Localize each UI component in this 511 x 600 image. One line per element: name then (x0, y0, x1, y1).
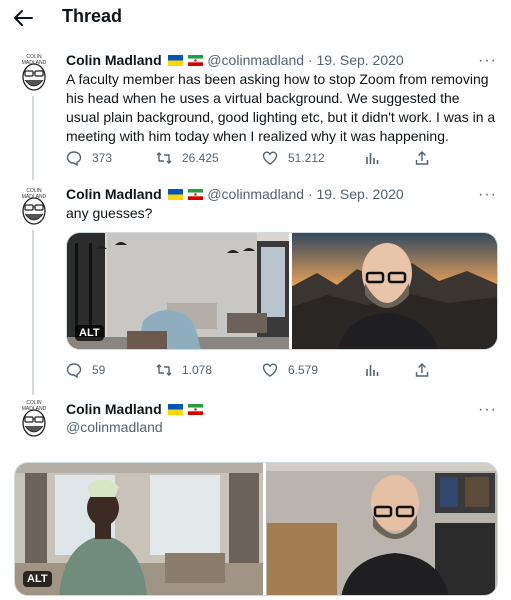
reply-icon (66, 151, 82, 166)
like-icon (262, 363, 278, 377)
ukraine-flag-icon (167, 55, 183, 66)
iran-flag-icon (188, 404, 204, 415)
reply-count: 59 (92, 363, 106, 377)
share-icon (415, 151, 429, 165)
avatar[interactable] (16, 52, 52, 92)
retweet-icon (156, 364, 172, 376)
reply-button[interactable]: 373 (66, 148, 112, 168)
ukraine-flag-icon (167, 189, 183, 200)
alt-badge[interactable]: ALT (75, 325, 104, 341)
reply-icon (66, 363, 82, 378)
author-handle[interactable]: @colinmadland (207, 186, 304, 202)
zoom-screenshot-image (67, 233, 497, 349)
tweet-handle-line: @colinmadland (66, 419, 163, 435)
arrow-left-icon[interactable] (12, 8, 34, 28)
avatar[interactable] (16, 186, 52, 226)
thread-line (32, 96, 34, 180)
author-name[interactable]: Colin Madland (66, 186, 162, 202)
retweet-count: 1.078 (182, 363, 213, 377)
author-handle[interactable]: @colinmadland (207, 52, 304, 68)
thread-line (32, 230, 34, 395)
tweet-text: any guesses? (66, 205, 153, 221)
tweet-actions: 59 1.078 6.579 (66, 360, 496, 380)
like-button[interactable]: 6.579 (262, 360, 318, 380)
analytics-button[interactable] (364, 148, 380, 168)
ukraine-flag-icon (167, 404, 183, 415)
like-count: 6.579 (288, 363, 319, 377)
tweet-date[interactable]: 19. Sep. 2020 (317, 52, 404, 68)
tweet-header: Colin Madland (66, 401, 204, 417)
share-icon (415, 363, 429, 377)
analytics-icon (366, 365, 379, 376)
zoom-screenshot-image (15, 463, 497, 595)
more-icon[interactable]: ··· (478, 186, 497, 204)
like-button[interactable]: 51.212 (262, 148, 325, 168)
tweet-header: Colin Madland @colinmadland · 19. Sep. 2… (66, 52, 404, 68)
page-title: Thread (62, 6, 123, 26)
tweet-media[interactable]: ALT (66, 232, 498, 350)
avatar[interactable] (16, 398, 52, 438)
reply-count: 373 (92, 151, 113, 165)
tweet-text: A faculty member has been asking how to … (66, 71, 496, 144)
analytics-icon (366, 153, 379, 164)
more-icon[interactable]: ··· (478, 52, 497, 70)
share-button[interactable] (414, 148, 430, 168)
tweet-media[interactable]: ALT (14, 462, 498, 596)
alt-badge[interactable]: ALT (23, 571, 52, 587)
tweet-header: Colin Madland @colinmadland · 19. Sep. 2… (66, 186, 404, 202)
like-icon (262, 151, 278, 165)
reply-button[interactable]: 59 (66, 360, 105, 380)
more-icon[interactable]: ··· (478, 401, 497, 419)
retweet-count: 26.425 (182, 151, 219, 165)
retweet-button[interactable]: 26.425 (156, 148, 219, 168)
tweet-actions: 373 26.425 51.212 (66, 148, 496, 168)
retweet-icon (156, 152, 172, 164)
author-handle[interactable]: @colinmadland (66, 419, 163, 435)
analytics-button[interactable] (364, 360, 380, 380)
like-count: 51.212 (288, 151, 325, 165)
iran-flag-icon (188, 55, 204, 66)
retweet-button[interactable]: 1.078 (156, 360, 212, 380)
author-name[interactable]: Colin Madland (66, 52, 162, 68)
iran-flag-icon (188, 189, 204, 200)
author-name[interactable]: Colin Madland (66, 401, 162, 417)
thread-header: Thread (0, 0, 511, 36)
share-button[interactable] (414, 360, 430, 380)
tweet-date[interactable]: 19. Sep. 2020 (317, 186, 404, 202)
